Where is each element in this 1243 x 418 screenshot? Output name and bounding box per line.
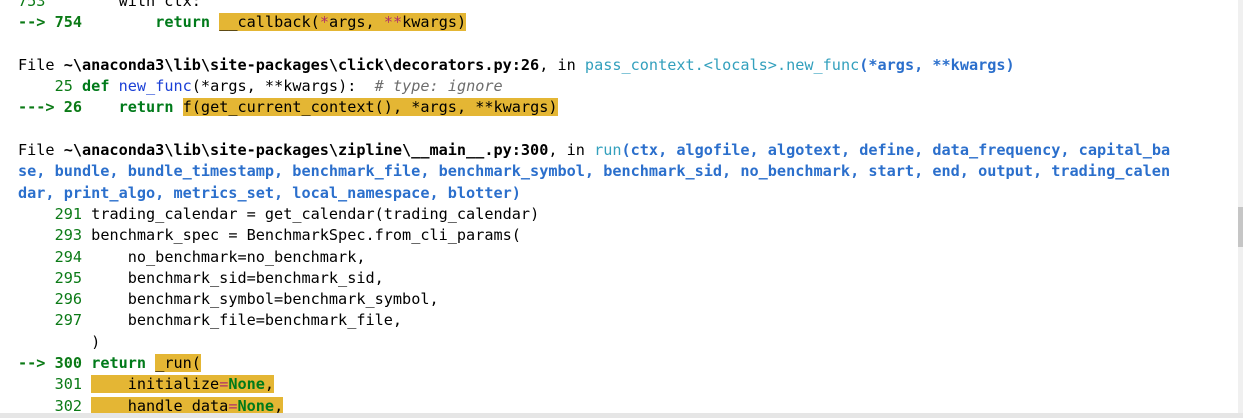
function-signature-part1: (ctx, algofile, algotext, define, data_f… <box>621 141 1171 160</box>
highlighted-expression: _run( <box>155 354 201 373</box>
code-line-753: 753 with ctx: <box>18 0 1229 12</box>
keyword-def: def <box>82 77 110 96</box>
code-comment: # type: ignore <box>374 77 503 96</box>
code-line-300-current: --> 300 return _run( <box>18 353 1229 374</box>
code-text: with ctx: <box>82 0 201 10</box>
highlighted-expression: f(get_current_context(), *args, **kwargs… <box>182 98 558 117</box>
current-line-arrow: --> <box>18 13 46 32</box>
keyword-return: return <box>155 13 211 32</box>
code-line-293: 293 benchmark_spec = BenchmarkSpec.from_… <box>54 226 521 245</box>
keyword-return: return <box>118 98 174 117</box>
line-number: 26 <box>63 98 83 117</box>
function-def-name: new_func <box>118 77 192 96</box>
code-line-295: 295 benchmark_sid=benchmark_sid, <box>54 268 384 287</box>
code-line-301: 301 initialize=None, <box>54 375 275 394</box>
code-line-298: 298 ) <box>91 332 101 351</box>
code-line-291: 291 trading_calendar = get_calendar(trad… <box>54 204 540 223</box>
function-signature: (*args, **kwargs) <box>859 55 1015 74</box>
code-line-754-current: --> 754 return __callback(*args, **kwarg… <box>18 12 1229 33</box>
scrollbar-thumb[interactable] <box>1238 207 1243 247</box>
line-number: 753 <box>18 0 46 10</box>
line-number: 300 <box>54 354 83 373</box>
keyword-return: return <box>91 354 147 373</box>
highlighted-argument: initialize=None, <box>91 375 275 394</box>
horizontal-scrollbar[interactable] <box>0 413 1243 418</box>
frame-header-zipline-main: File ~\anaconda3\lib\site-packages\zipli… <box>18 141 1171 160</box>
frame-header-decorators: File ~\anaconda3\lib\site-packages\click… <box>18 55 1015 74</box>
highlighted-expression: __callback(*args, **kwargs) <box>219 13 467 32</box>
file-path-link[interactable]: ~\anaconda3\lib\site-packages\zipline\__… <box>64 141 549 159</box>
highlighted-argument: handle_data=None, <box>91 396 284 415</box>
code-line-297: 297 benchmark_file=benchmark_file, <box>54 311 403 330</box>
file-path-link[interactable]: ~\anaconda3\lib\site-packages\click\deco… <box>64 56 539 74</box>
line-number: 25 <box>54 77 73 96</box>
function-name: pass_context.<locals>.new_func <box>584 55 860 74</box>
current-line-arrow: --> <box>18 354 46 373</box>
code-line-25: 25 def new_func(*args, **kwargs): # type… <box>54 77 503 96</box>
code-line-26-current: ---> 26 return f(get_current_context(), … <box>18 97 1229 118</box>
code-line-296: 296 benchmark_symbol=benchmark_symbol, <box>54 290 439 309</box>
line-number: 754 <box>54 13 83 32</box>
function-signature-part3: dar, print_algo, metrics_set, local_name… <box>18 183 521 202</box>
current-line-arrow: ---> <box>18 98 55 117</box>
function-signature-part2: se, bundle, bundle_timestamp, benchmark_… <box>18 162 1171 181</box>
code-line-294: 294 no_benchmark=no_benchmark, <box>54 247 366 266</box>
traceback-output: 753 with ctx: --> 754 return __callback(… <box>18 0 1229 417</box>
function-name: run <box>594 141 622 160</box>
